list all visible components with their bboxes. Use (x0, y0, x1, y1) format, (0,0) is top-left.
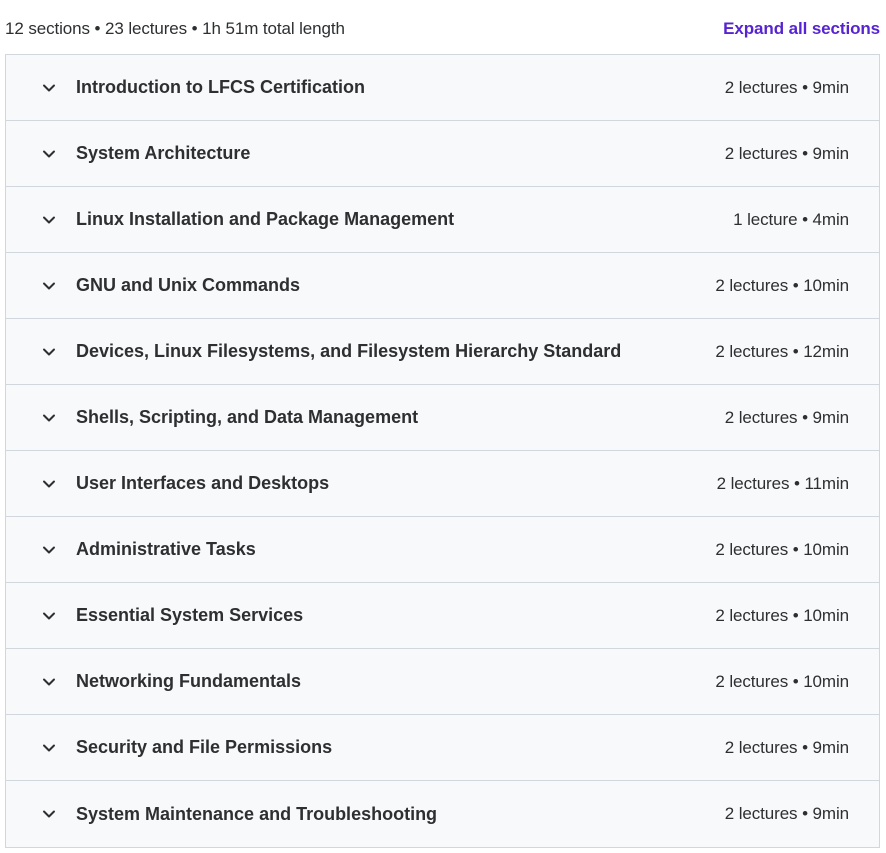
chevron-down-icon (40, 541, 58, 559)
section-meta: 2 lectures • 9min (724, 737, 849, 757)
section-title: Devices, Linux Filesystems, and Filesyst… (76, 341, 622, 361)
section-meta: 2 lectures • 10min (715, 605, 849, 625)
section-title: User Interfaces and Desktops (76, 473, 330, 493)
section-item[interactable]: Linux Installation and Package Managemen… (6, 187, 879, 253)
section-item[interactable]: System Maintenance and Troubleshooting 2… (6, 781, 879, 847)
section-meta: 2 lectures • 12min (715, 341, 849, 361)
section-item[interactable]: GNU and Unix Commands 2 lectures • 10min (6, 253, 879, 319)
section-item[interactable]: User Interfaces and Desktops 2 lectures … (6, 451, 879, 517)
chevron-down-icon (40, 475, 58, 493)
section-item[interactable]: Devices, Linux Filesystems, and Filesyst… (6, 319, 879, 385)
section-title: GNU and Unix Commands (76, 275, 301, 295)
section-meta: 1 lecture • 4min (733, 209, 849, 229)
section-list: Introduction to LFCS Certification 2 lec… (5, 54, 880, 848)
course-curriculum: 12 sections • 23 lectures • 1h 51m total… (0, 0, 886, 853)
section-title: System Maintenance and Troubleshooting (76, 803, 438, 824)
chevron-down-icon (40, 409, 58, 427)
curriculum-summary: 12 sections • 23 lectures • 1h 51m total… (5, 19, 345, 38)
section-item[interactable]: Networking Fundamentals 2 lectures • 10m… (6, 649, 879, 715)
chevron-down-icon (40, 211, 58, 229)
chevron-down-icon (40, 79, 58, 97)
section-title: Introduction to LFCS Certification (76, 77, 365, 97)
section-meta: 2 lectures • 10min (715, 539, 849, 559)
section-title: Linux Installation and Package Managemen… (76, 209, 455, 229)
section-meta: 2 lectures • 10min (715, 275, 849, 295)
section-title: Administrative Tasks (76, 539, 256, 559)
section-meta: 2 lectures • 9min (724, 143, 849, 163)
chevron-down-icon (40, 277, 58, 295)
chevron-down-icon (40, 145, 58, 163)
section-item[interactable]: Shells, Scripting, and Data Management 2… (6, 385, 879, 451)
section-title: Networking Fundamentals (76, 671, 302, 691)
section-title: Security and File Permissions (76, 737, 333, 757)
section-title: Shells, Scripting, and Data Management (76, 407, 419, 427)
section-title: Essential System Services (76, 605, 304, 625)
chevron-down-icon (40, 805, 58, 823)
section-item[interactable]: Security and File Permissions 2 lectures… (6, 715, 879, 781)
chevron-down-icon (40, 673, 58, 691)
section-meta: 2 lectures • 9min (724, 407, 849, 427)
chevron-down-icon (40, 607, 58, 625)
section-meta: 2 lectures • 10min (715, 671, 849, 691)
expand-all-sections-button[interactable]: Expand all sections (723, 19, 880, 39)
chevron-down-icon (40, 739, 58, 757)
chevron-down-icon (40, 343, 58, 361)
section-item[interactable]: Administrative Tasks 2 lectures • 10min (6, 517, 879, 583)
section-item[interactable]: Essential System Services 2 lectures • 1… (6, 583, 879, 649)
section-item[interactable]: System Architecture 2 lectures • 9min (6, 121, 879, 187)
section-title: System Architecture (76, 143, 251, 163)
section-item[interactable]: Introduction to LFCS Certification 2 lec… (6, 55, 879, 121)
section-meta: 2 lectures • 11min (716, 473, 849, 493)
section-meta: 2 lectures • 9min (724, 804, 849, 823)
section-meta: 2 lectures • 9min (724, 77, 849, 97)
curriculum-summary-bar: 12 sections • 23 lectures • 1h 51m total… (0, 4, 886, 54)
